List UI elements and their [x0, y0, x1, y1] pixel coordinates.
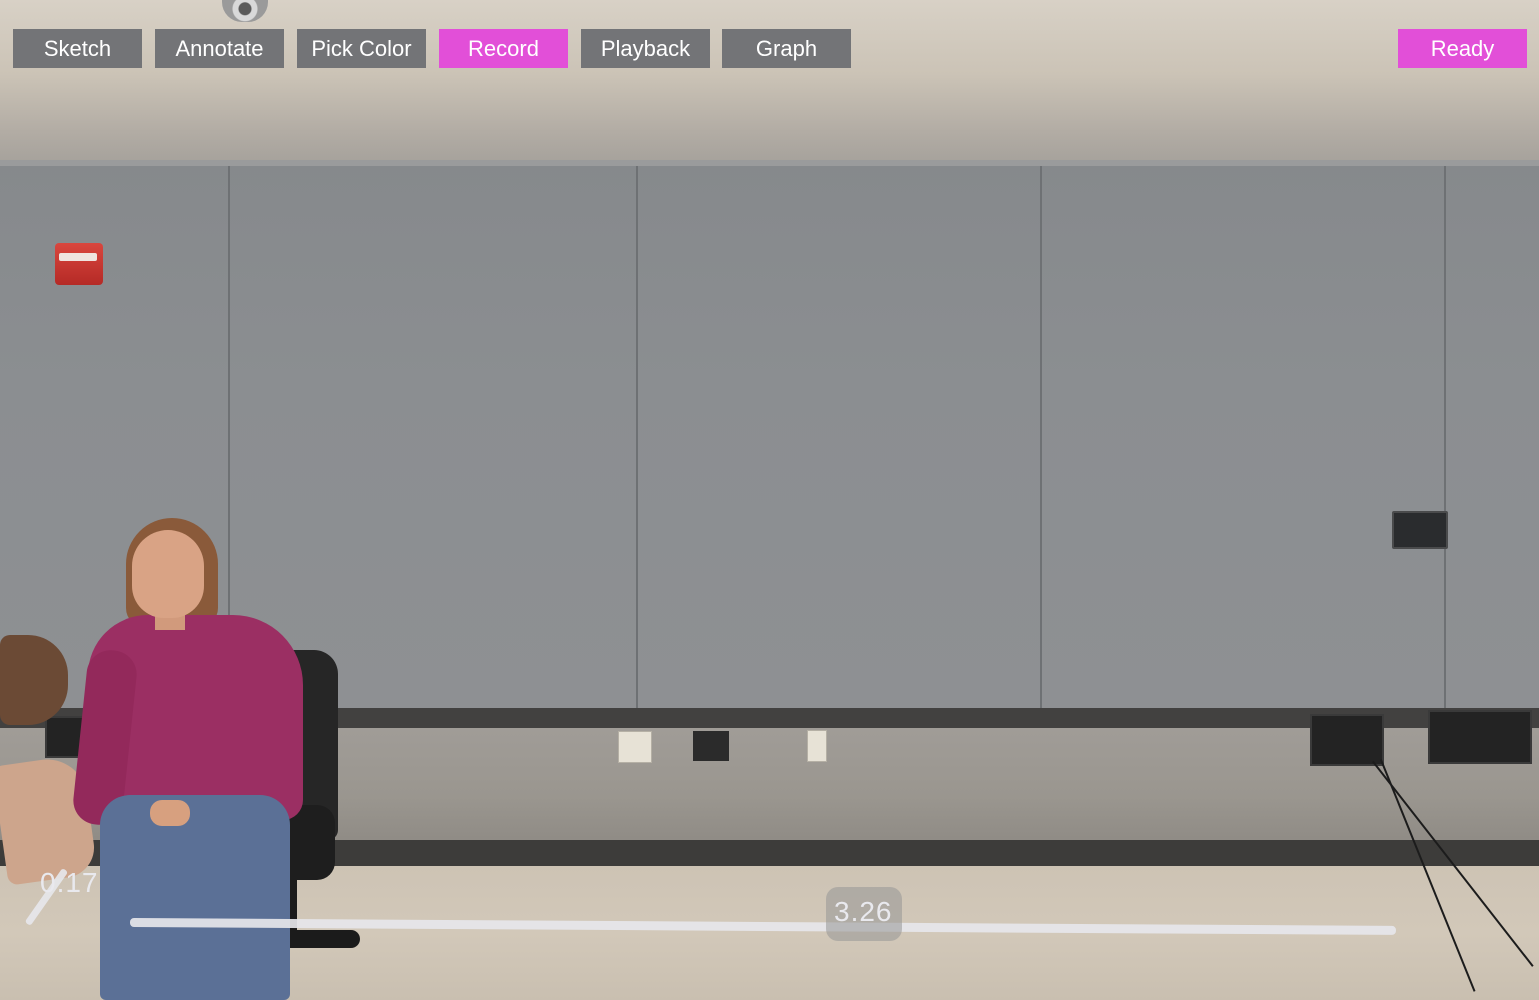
- wall-plate: [693, 731, 729, 761]
- floor-jack-box: [1310, 714, 1384, 766]
- power-outlet: [618, 731, 652, 763]
- panel-seam: [1444, 160, 1446, 715]
- camera-feed[interactable]: 0.17 3.26: [0, 0, 1539, 1000]
- sketch-button[interactable]: Sketch: [13, 29, 142, 68]
- panel-seam: [1040, 160, 1042, 715]
- helper-person: [0, 635, 68, 725]
- person-head: [132, 530, 204, 618]
- graph-button[interactable]: Graph: [722, 29, 851, 68]
- power-outlet: [807, 730, 827, 762]
- pick-color-button[interactable]: Pick Color: [297, 29, 426, 68]
- panel-seam: [636, 160, 638, 715]
- distance-reading-label: 3.26: [834, 896, 893, 927]
- toolbar: Sketch Annotate Pick Color Record Playba…: [0, 0, 1539, 90]
- playback-button[interactable]: Playback: [581, 29, 710, 68]
- person-hand: [150, 800, 190, 826]
- person-legs: [100, 795, 290, 1000]
- start-reading-label: 0.17: [40, 867, 99, 898]
- ready-status-button[interactable]: Ready: [1398, 29, 1527, 68]
- panel-top-edge: [0, 160, 1539, 166]
- floor-jack-box: [1428, 710, 1532, 764]
- record-button[interactable]: Record: [439, 29, 568, 68]
- fire-alarm: [55, 243, 103, 285]
- annotate-button[interactable]: Annotate: [155, 29, 284, 68]
- wall-control-box: [1392, 511, 1448, 549]
